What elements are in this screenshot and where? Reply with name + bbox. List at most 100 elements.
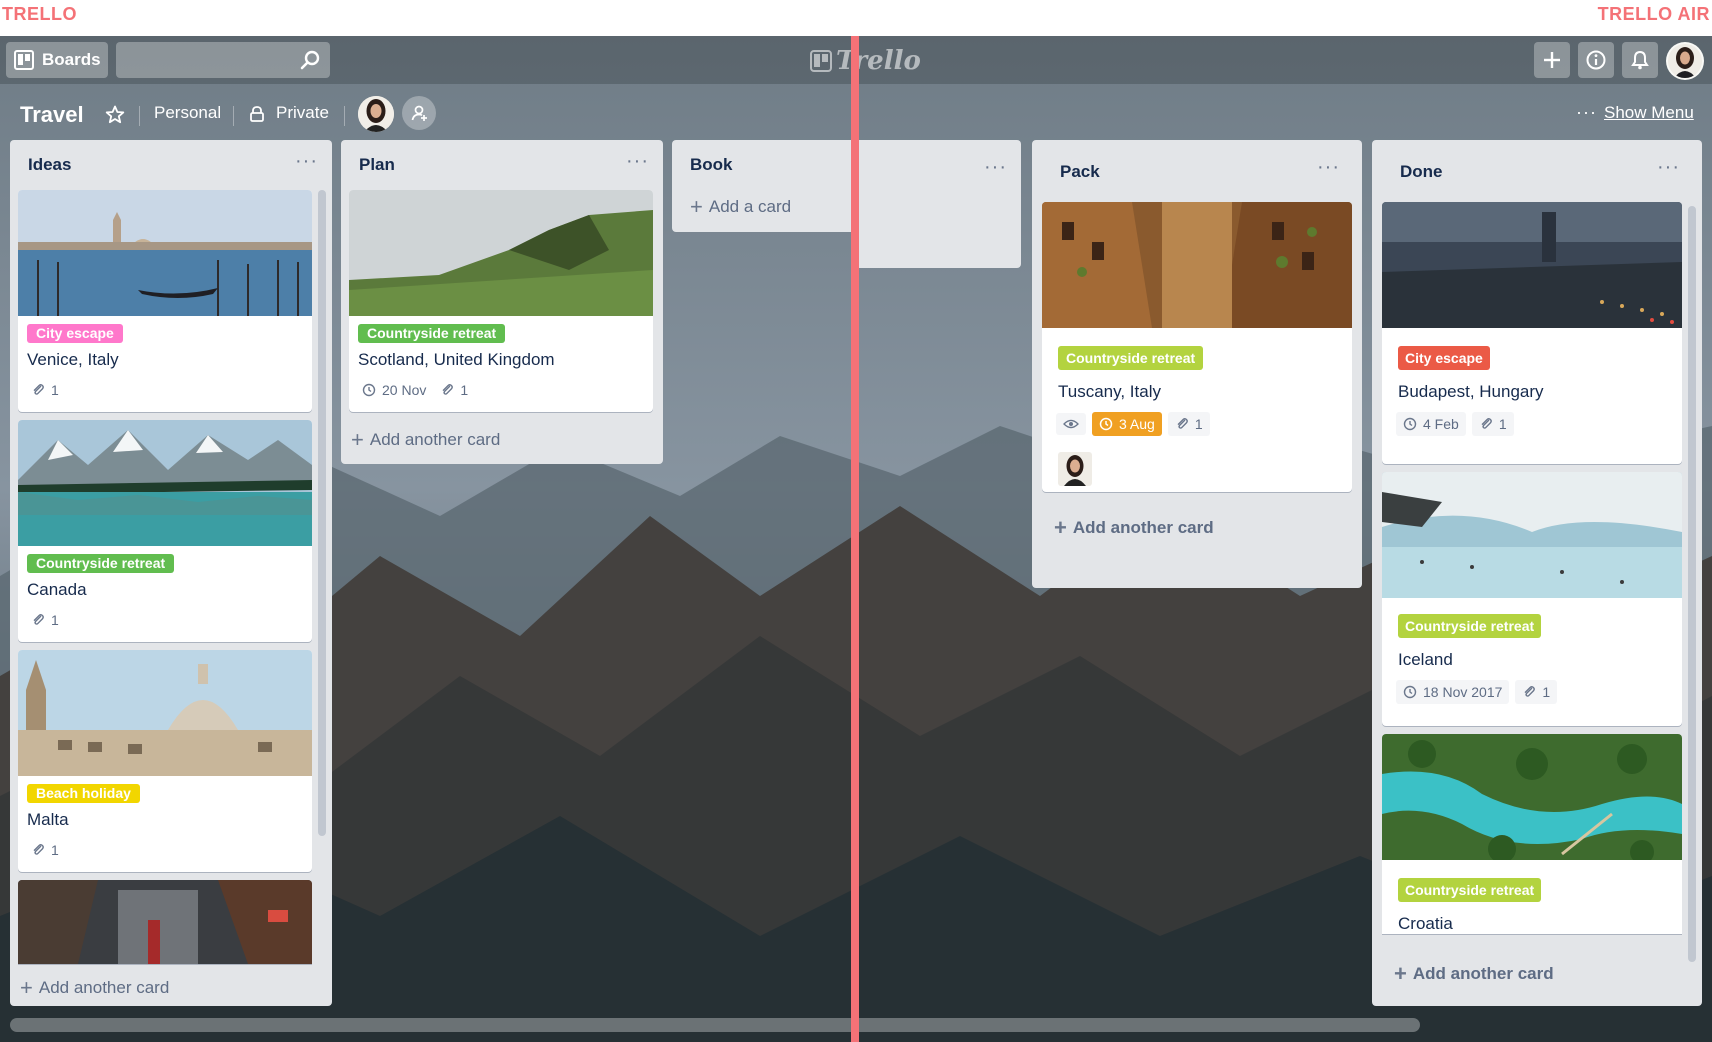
avatar-photo — [1668, 44, 1702, 78]
boards-button[interactable]: Boards — [6, 42, 108, 78]
card-cover-image — [349, 190, 653, 316]
card-budapest[interactable]: City escape Budapest, Hungary 4 Feb 1 — [1382, 202, 1682, 464]
comparison-divider — [851, 36, 859, 1042]
attachment-badge: 1 — [440, 382, 468, 398]
attachment-count: 1 — [51, 382, 59, 398]
trello-logo[interactable]: Trello — [810, 46, 921, 76]
member-avatar[interactable] — [358, 96, 394, 132]
create-button[interactable] — [1534, 42, 1570, 78]
header-divider — [139, 106, 140, 126]
list-menu-icon[interactable]: ··· — [1657, 156, 1680, 179]
card-label: Countryside retreat — [358, 324, 506, 343]
card-scotland[interactable]: Countryside retreat Scotland, United Kin… — [349, 190, 653, 412]
list-scrollbar[interactable] — [318, 190, 326, 836]
list-scrollbar[interactable] — [1688, 206, 1696, 962]
attachment-badge: 1 — [31, 842, 59, 858]
list-menu-icon[interactable]: ··· — [984, 156, 1007, 179]
top-right-actions — [1534, 42, 1704, 80]
list-title[interactable]: Done — [1400, 162, 1443, 182]
attachment-icon — [1524, 686, 1536, 697]
list-book: Book + Add a card — [672, 140, 852, 232]
due-date: 20 Nov — [382, 382, 427, 398]
compare-label-right: TRELLO AIR — [1597, 4, 1710, 24]
board-title[interactable]: Travel — [20, 102, 84, 128]
add-card-button[interactable]: + Add another card — [351, 429, 500, 451]
boards-icon — [14, 50, 34, 70]
add-card-label: Add a card — [708, 197, 792, 216]
attachment-count: 1 — [51, 612, 59, 628]
card-badges: 1 — [31, 842, 59, 858]
attachment-icon — [1177, 418, 1188, 429]
card-badges: 20 Nov 1 — [362, 382, 468, 398]
add-card-button[interactable]: + Add another card — [1054, 515, 1214, 540]
board-horizontal-scrollbar[interactable] — [10, 1018, 1420, 1032]
card-canada[interactable]: Countryside retreat Canada 1 — [18, 420, 312, 642]
attachment-icon — [33, 614, 44, 625]
attachment-icon — [33, 384, 44, 395]
add-card-label: Add another card — [1072, 518, 1214, 537]
card-badges: 1 — [31, 382, 59, 398]
visibility-button[interactable]: Private — [276, 103, 329, 123]
star-icon[interactable] — [104, 104, 126, 126]
card-badges: 18 Nov 2017 1 — [1396, 680, 1558, 704]
list-menu-icon[interactable]: ··· — [295, 150, 318, 173]
card-partial[interactable] — [18, 880, 312, 964]
card-croatia[interactable]: Countryside retreat Croatia — [1382, 734, 1682, 934]
card-label: Countryside retreat — [1398, 614, 1542, 638]
card-cover-image — [1382, 472, 1682, 598]
due-date: 18 Nov 2017 — [1423, 684, 1503, 700]
list-menu-icon[interactable]: ··· — [1317, 156, 1340, 179]
card-cover-image — [18, 880, 312, 964]
card-venice[interactable]: City escape Venice, Italy 1 — [18, 190, 312, 412]
due-date: 3 Aug — [1119, 416, 1155, 432]
list-title[interactable]: Book — [690, 155, 733, 175]
team-button[interactable]: Personal — [154, 103, 221, 123]
card-cover-image — [1042, 202, 1352, 328]
attachment-count: 1 — [51, 842, 59, 858]
list-title[interactable]: Pack — [1060, 162, 1100, 182]
plus-icon: + — [1394, 961, 1407, 986]
watching-badge — [1056, 413, 1086, 435]
list-title[interactable]: Plan — [359, 155, 395, 175]
due-date-badge: 4 Feb — [1396, 412, 1466, 436]
card-malta[interactable]: Beach holiday Malta 1 — [18, 650, 312, 872]
eye-icon — [1063, 419, 1079, 429]
clock-icon — [1099, 417, 1113, 431]
card-member-avatar[interactable] — [1058, 452, 1092, 486]
notifications-button[interactable] — [1622, 42, 1658, 78]
user-avatar[interactable] — [1666, 42, 1704, 80]
attachment-badge: 1 — [1167, 412, 1210, 436]
show-menu-link[interactable]: Show Menu — [1604, 103, 1694, 123]
card-iceland[interactable]: Countryside retreat Iceland 18 Nov 2017 … — [1382, 472, 1682, 726]
lock-icon — [250, 106, 264, 122]
clock-icon — [1403, 685, 1417, 699]
card-cover-image — [1382, 202, 1682, 328]
card-title: Canada — [27, 580, 87, 599]
member-avatar-photo — [1058, 452, 1092, 486]
clock-icon — [1403, 417, 1417, 431]
card-cover-image — [18, 650, 312, 776]
card-label: City escape — [27, 324, 123, 343]
attachment-badge: 1 — [31, 382, 59, 398]
card-badges: 3 Aug 1 — [1056, 412, 1210, 436]
add-card-button[interactable]: + Add a card — [690, 196, 792, 218]
card-title: Malta — [27, 810, 69, 829]
menu-dots-icon[interactable]: ··· — [1576, 102, 1597, 123]
list-ideas: Ideas ··· City escape Venice, Italy 1 Co… — [10, 140, 332, 1006]
search-icon[interactable] — [300, 49, 322, 71]
list-menu-icon[interactable]: ··· — [626, 150, 649, 173]
search-input[interactable] — [116, 42, 330, 78]
card-cover-image — [1382, 734, 1682, 860]
add-card-button[interactable]: + Add another card — [1394, 961, 1554, 986]
add-card-button[interactable]: + Add another card — [20, 977, 169, 999]
info-button[interactable] — [1578, 42, 1614, 78]
list-title[interactable]: Ideas — [28, 155, 71, 175]
boards-button-label: Boards — [42, 50, 101, 69]
invite-member-button[interactable] — [402, 96, 436, 130]
plus-icon: + — [1054, 515, 1067, 540]
card-tuscany[interactable]: Countryside retreat Tuscany, Italy 3 Aug… — [1042, 202, 1352, 492]
due-date-badge: 20 Nov — [362, 382, 426, 398]
attachment-badge: 1 — [31, 612, 59, 628]
attachment-icon — [33, 844, 44, 855]
list-done: Done ··· City escape Budapest, Hungary 4… — [1372, 140, 1702, 1006]
